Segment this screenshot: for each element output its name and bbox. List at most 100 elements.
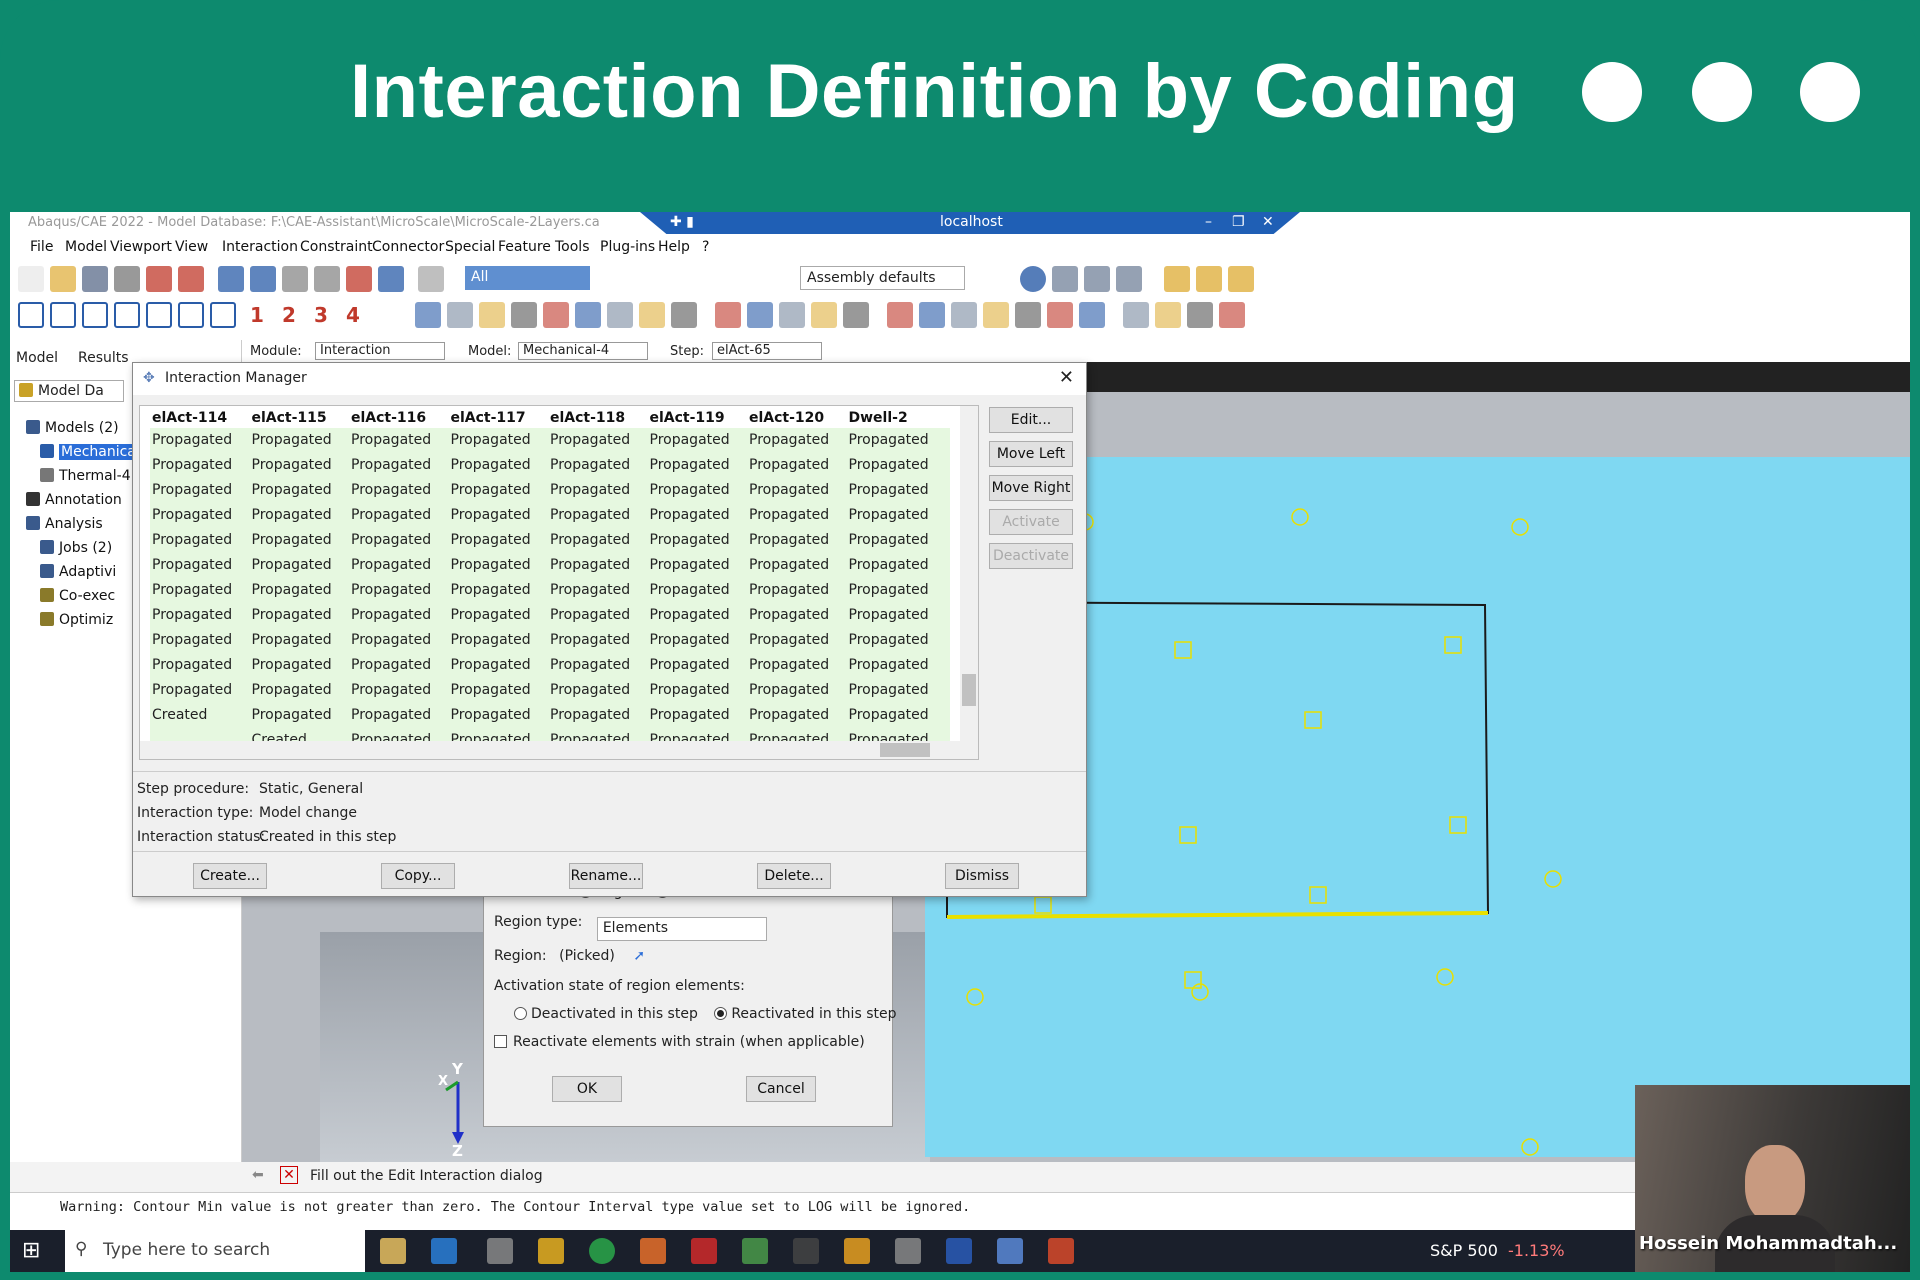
deactivated-radio[interactable] (514, 1007, 527, 1020)
rename-button[interactable]: Rename... (569, 863, 643, 889)
tool-icon[interactable] (1015, 302, 1041, 328)
table-cell[interactable]: Propagated (749, 553, 849, 578)
table-cell[interactable]: Propagated (451, 653, 551, 678)
table-cell[interactable]: Propagated (550, 578, 650, 603)
table-cell[interactable]: Propagated (849, 653, 949, 678)
table-cell[interactable]: Propagated (849, 503, 949, 528)
tree-item[interactable]: Optimiz (40, 612, 113, 628)
store-icon[interactable] (431, 1238, 457, 1264)
table-cell[interactable]: Propagated (550, 628, 650, 653)
table-cell[interactable]: Propagated (650, 653, 750, 678)
table-cell[interactable]: Propagated (550, 703, 650, 728)
table-cell[interactable]: Propagated (351, 503, 451, 528)
paint-icon[interactable] (380, 1238, 406, 1264)
app-icon[interactable] (742, 1238, 768, 1264)
view-orient-icon[interactable] (114, 302, 140, 328)
menu-view[interactable]: View (175, 239, 208, 255)
chrome-icon[interactable] (589, 1238, 615, 1264)
view-orient-icon[interactable] (18, 302, 44, 328)
table-cell[interactable]: Propagated (550, 428, 650, 453)
selection-filter[interactable]: All (465, 266, 590, 290)
view-3-button[interactable]: 3 (314, 303, 328, 327)
horizontal-scroll-thumb[interactable] (880, 743, 930, 757)
table-cell[interactable]: Propagated (152, 503, 252, 528)
reactivate-strain-checkbox[interactable] (494, 1035, 507, 1048)
table-cell[interactable]: Propagated (749, 628, 849, 653)
menu-special[interactable]: Special (445, 239, 495, 255)
table-vertical-scrollbar[interactable] (960, 406, 978, 743)
tool-icon[interactable] (747, 302, 773, 328)
word-icon[interactable] (946, 1238, 972, 1264)
table-cell[interactable]: Propagated (650, 703, 750, 728)
table-cell[interactable]: Propagated (749, 478, 849, 503)
tool-icon[interactable] (511, 302, 537, 328)
table-cell[interactable]: Propagated (451, 703, 551, 728)
table-cell[interactable]: Propagated (749, 603, 849, 628)
tool-icon[interactable] (983, 302, 1009, 328)
task-view-icon[interactable] (487, 1238, 513, 1264)
table-cell[interactable]: Propagated (252, 453, 352, 478)
column-header[interactable]: elAct-116 (351, 408, 451, 428)
menu-interaction[interactable]: Interaction (222, 239, 298, 255)
column-header[interactable]: elAct-115 (252, 408, 352, 428)
taskbar-search[interactable]: ⚲ Type here to search (65, 1230, 365, 1272)
print-icon[interactable] (114, 266, 140, 292)
table-cell[interactable]: Propagated (650, 428, 750, 453)
menu-viewport[interactable]: Viewport (110, 239, 172, 255)
select-icon[interactable] (418, 266, 444, 292)
delete-button[interactable]: Delete... (757, 863, 831, 889)
table-cell[interactable]: Propagated (849, 428, 949, 453)
table-cell[interactable]: Propagated (650, 578, 750, 603)
view-2-button[interactable]: 2 (282, 303, 296, 327)
table-cell[interactable]: Propagated (849, 478, 949, 503)
menu-model[interactable]: Model (65, 239, 107, 255)
view-front-icon[interactable] (1164, 266, 1190, 292)
tool-icon[interactable] (479, 302, 505, 328)
table-cell[interactable]: Propagated (650, 553, 750, 578)
box-zoom-icon[interactable] (314, 266, 340, 292)
table-cell[interactable]: Propagated (351, 478, 451, 503)
mesh-icon[interactable] (1116, 266, 1142, 292)
save-icon[interactable] (82, 266, 108, 292)
table-cell[interactable]: Propagated (252, 578, 352, 603)
info-icon[interactable] (1020, 266, 1046, 292)
region-type-select[interactable]: Elements (596, 917, 767, 941)
tool-icon[interactable] (543, 302, 569, 328)
table-cell[interactable]: Propagated (451, 478, 551, 503)
im-close-icon[interactable]: ✕ (1059, 367, 1074, 388)
table-cell[interactable]: Propagated (351, 453, 451, 478)
table-cell[interactable]: Propagated (550, 603, 650, 628)
calculator-icon[interactable] (895, 1238, 921, 1264)
part-icon[interactable] (1052, 266, 1078, 292)
tree-item[interactable]: Co-exec (40, 588, 115, 604)
menu-constraint[interactable]: Constraint (300, 239, 373, 255)
instance-icon[interactable] (1084, 266, 1110, 292)
export-icon[interactable] (178, 266, 204, 292)
table-cell[interactable]: Propagated (550, 453, 650, 478)
table-cell[interactable]: Propagated (152, 428, 252, 453)
table-cell[interactable]: Propagated (351, 628, 451, 653)
vertical-scroll-thumb[interactable] (962, 674, 976, 706)
close-icon[interactable]: ✕ (1262, 214, 1274, 230)
table-cell[interactable]: Propagated (351, 553, 451, 578)
tool-icon[interactable] (607, 302, 633, 328)
step-select[interactable]: elAct-65 (712, 342, 822, 360)
table-horizontal-scrollbar[interactable] (140, 741, 978, 759)
tool-icon[interactable] (919, 302, 945, 328)
view-orient-icon[interactable] (82, 302, 108, 328)
tree-item[interactable]: Models (2) (26, 420, 119, 436)
table-cell[interactable]: Propagated (252, 678, 352, 703)
view-orient-icon[interactable] (178, 302, 204, 328)
table-cell[interactable]: Propagated (152, 578, 252, 603)
table-cell[interactable]: Created (152, 703, 252, 728)
table-cell[interactable]: Propagated (849, 553, 949, 578)
table-cell[interactable]: Propagated (451, 528, 551, 553)
table-cell[interactable]: Propagated (650, 678, 750, 703)
menu-file[interactable]: File (30, 239, 53, 255)
powerpoint-icon[interactable] (1048, 1238, 1074, 1264)
module-select[interactable]: Interaction (315, 342, 445, 360)
table-cell[interactable]: Propagated (849, 453, 949, 478)
table-cell[interactable]: Propagated (849, 603, 949, 628)
menu-context-help[interactable]: ? (702, 239, 709, 255)
table-cell[interactable]: Propagated (550, 678, 650, 703)
